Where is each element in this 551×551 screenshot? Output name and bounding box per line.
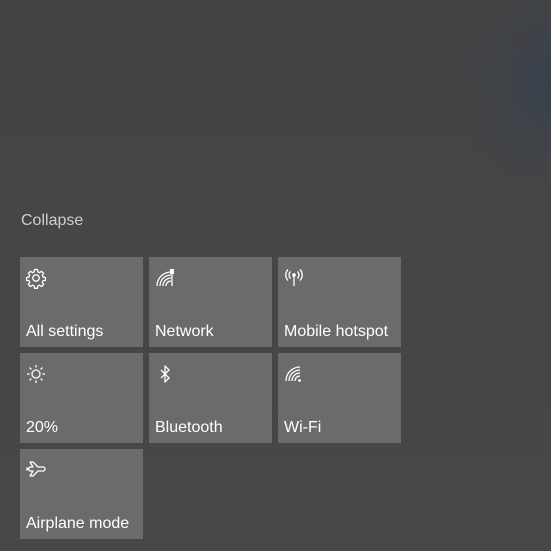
quick-actions-grid: All settings Network Mobile hotspot 20% …	[20, 257, 401, 539]
collapse-button[interactable]: Collapse	[21, 212, 83, 230]
brightness-tile[interactable]: 20%	[20, 353, 143, 443]
tile-label: Bluetooth	[155, 419, 223, 436]
tile-label: Airplane mode	[26, 515, 130, 532]
wifi-icon	[283, 363, 305, 385]
mobile-hotspot-icon	[283, 267, 305, 289]
airplane-mode-tile[interactable]: Airplane mode	[20, 449, 143, 539]
network-tile[interactable]: Network	[149, 257, 272, 347]
tile-label: All settings	[26, 323, 104, 340]
bluetooth-icon	[154, 363, 176, 385]
airplane-icon	[25, 459, 47, 481]
bluetooth-tile[interactable]: Bluetooth	[149, 353, 272, 443]
all-settings-tile[interactable]: All settings	[20, 257, 143, 347]
tile-label: 20%	[26, 419, 59, 436]
wifi-tile[interactable]: Wi-Fi	[278, 353, 401, 443]
brightness-icon	[25, 363, 47, 385]
mobile-hotspot-tile[interactable]: Mobile hotspot	[278, 257, 401, 347]
tile-label: Network	[155, 323, 214, 340]
tile-label: Mobile hotspot	[284, 323, 389, 340]
tile-label: Wi-Fi	[284, 419, 322, 436]
network-icon	[154, 267, 176, 289]
gear-icon	[25, 267, 47, 289]
